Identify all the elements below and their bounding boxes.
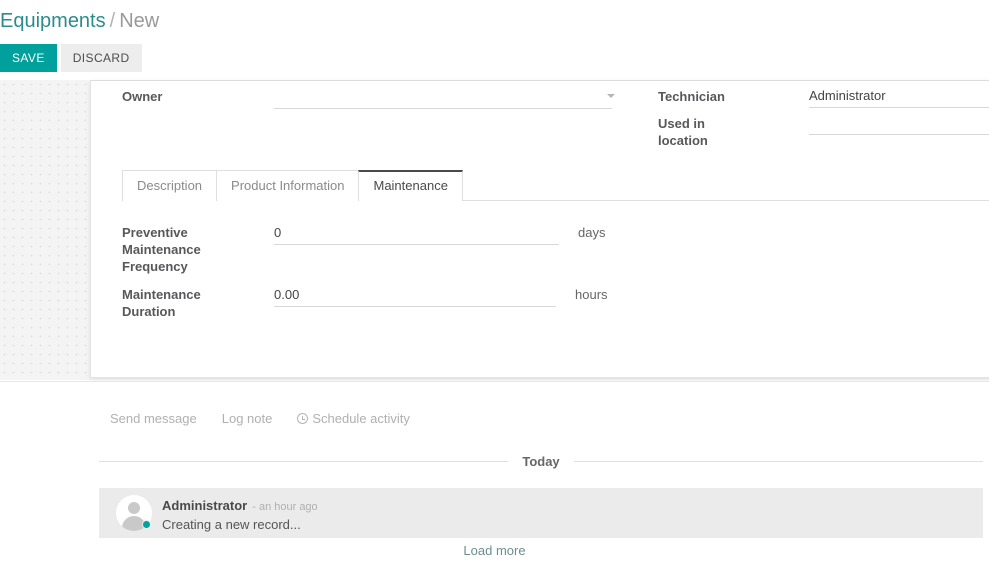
breadcrumb-current-new: New <box>119 10 160 32</box>
field-maintenance-duration-input[interactable]: 0.00 <box>274 286 556 307</box>
chatter-day-divider: Today <box>99 454 984 469</box>
tab-product-information[interactable]: Product Information <box>216 170 360 201</box>
message-text: Creating a new record... <box>162 517 301 532</box>
save-button[interactable]: SAVE <box>0 44 57 72</box>
control-panel: Equipments / New SAVE DISCARD <box>0 0 989 80</box>
field-used-in-location-input[interactable] <box>809 114 989 135</box>
avatar-head <box>128 502 140 514</box>
field-used-in-location-label: Used in location <box>658 116 708 148</box>
chatter-composer-links: Send message Log note Schedule activity <box>110 411 435 426</box>
field-owner-input[interactable] <box>274 88 612 109</box>
field-owner-label: Owner <box>122 89 163 104</box>
chatter-message: Administrator - an hour ago Creating a ne… <box>99 488 983 538</box>
chatter: Send message Log note Schedule activity To… <box>0 381 989 561</box>
field-maintenance-duration-suffix: hours <box>575 287 608 302</box>
chevron-down-icon[interactable] <box>607 94 615 98</box>
schedule-activity-button[interactable]: Schedule activity <box>297 411 410 426</box>
tab-description[interactable]: Description <box>122 170 218 201</box>
avatar <box>116 495 152 531</box>
field-preventive-maintenance-frequency-suffix: days <box>578 225 606 240</box>
breadcrumb: Equipments / New <box>0 7 159 35</box>
chatter-day-label: Today <box>522 454 560 469</box>
divider-line-left <box>99 461 509 462</box>
field-technician-input[interactable]: Administrator <box>809 87 989 108</box>
field-maintenance-duration-label: Maintenance Duration <box>122 287 201 319</box>
field-preventive-maintenance-frequency-input[interactable]: 0 <box>274 224 559 245</box>
divider-line-right <box>573 461 984 462</box>
record-action-buttons: SAVE DISCARD <box>0 44 142 72</box>
message-author: Administrator <box>162 498 248 513</box>
field-preventive-maintenance-frequency-label: Preventive Maintenance Frequency <box>122 225 201 274</box>
tab-maintenance[interactable]: Maintenance <box>358 170 463 201</box>
breadcrumb-separator: / <box>109 10 116 32</box>
breadcrumb-parent-equipments[interactable]: Equipments <box>0 10 106 32</box>
discard-button[interactable]: DISCARD <box>60 44 142 72</box>
message-timestamp: - an hour ago <box>252 501 318 513</box>
field-technician-label: Technician <box>658 89 725 104</box>
log-note-button[interactable]: Log note <box>222 411 273 426</box>
online-status-dot <box>142 520 151 529</box>
send-message-button[interactable]: Send message <box>110 411 197 426</box>
message-body: Administrator - an hour ago Creating a ne… <box>162 488 318 534</box>
schedule-activity-label: Schedule activity <box>312 411 410 426</box>
form-sheet: Owner Technician Administrator Used in l… <box>90 80 989 378</box>
notebook-tabs: Description Product Information Maintenanc… <box>122 170 989 201</box>
load-more-button[interactable]: Load more <box>0 543 989 558</box>
clock-icon <box>297 413 309 424</box>
